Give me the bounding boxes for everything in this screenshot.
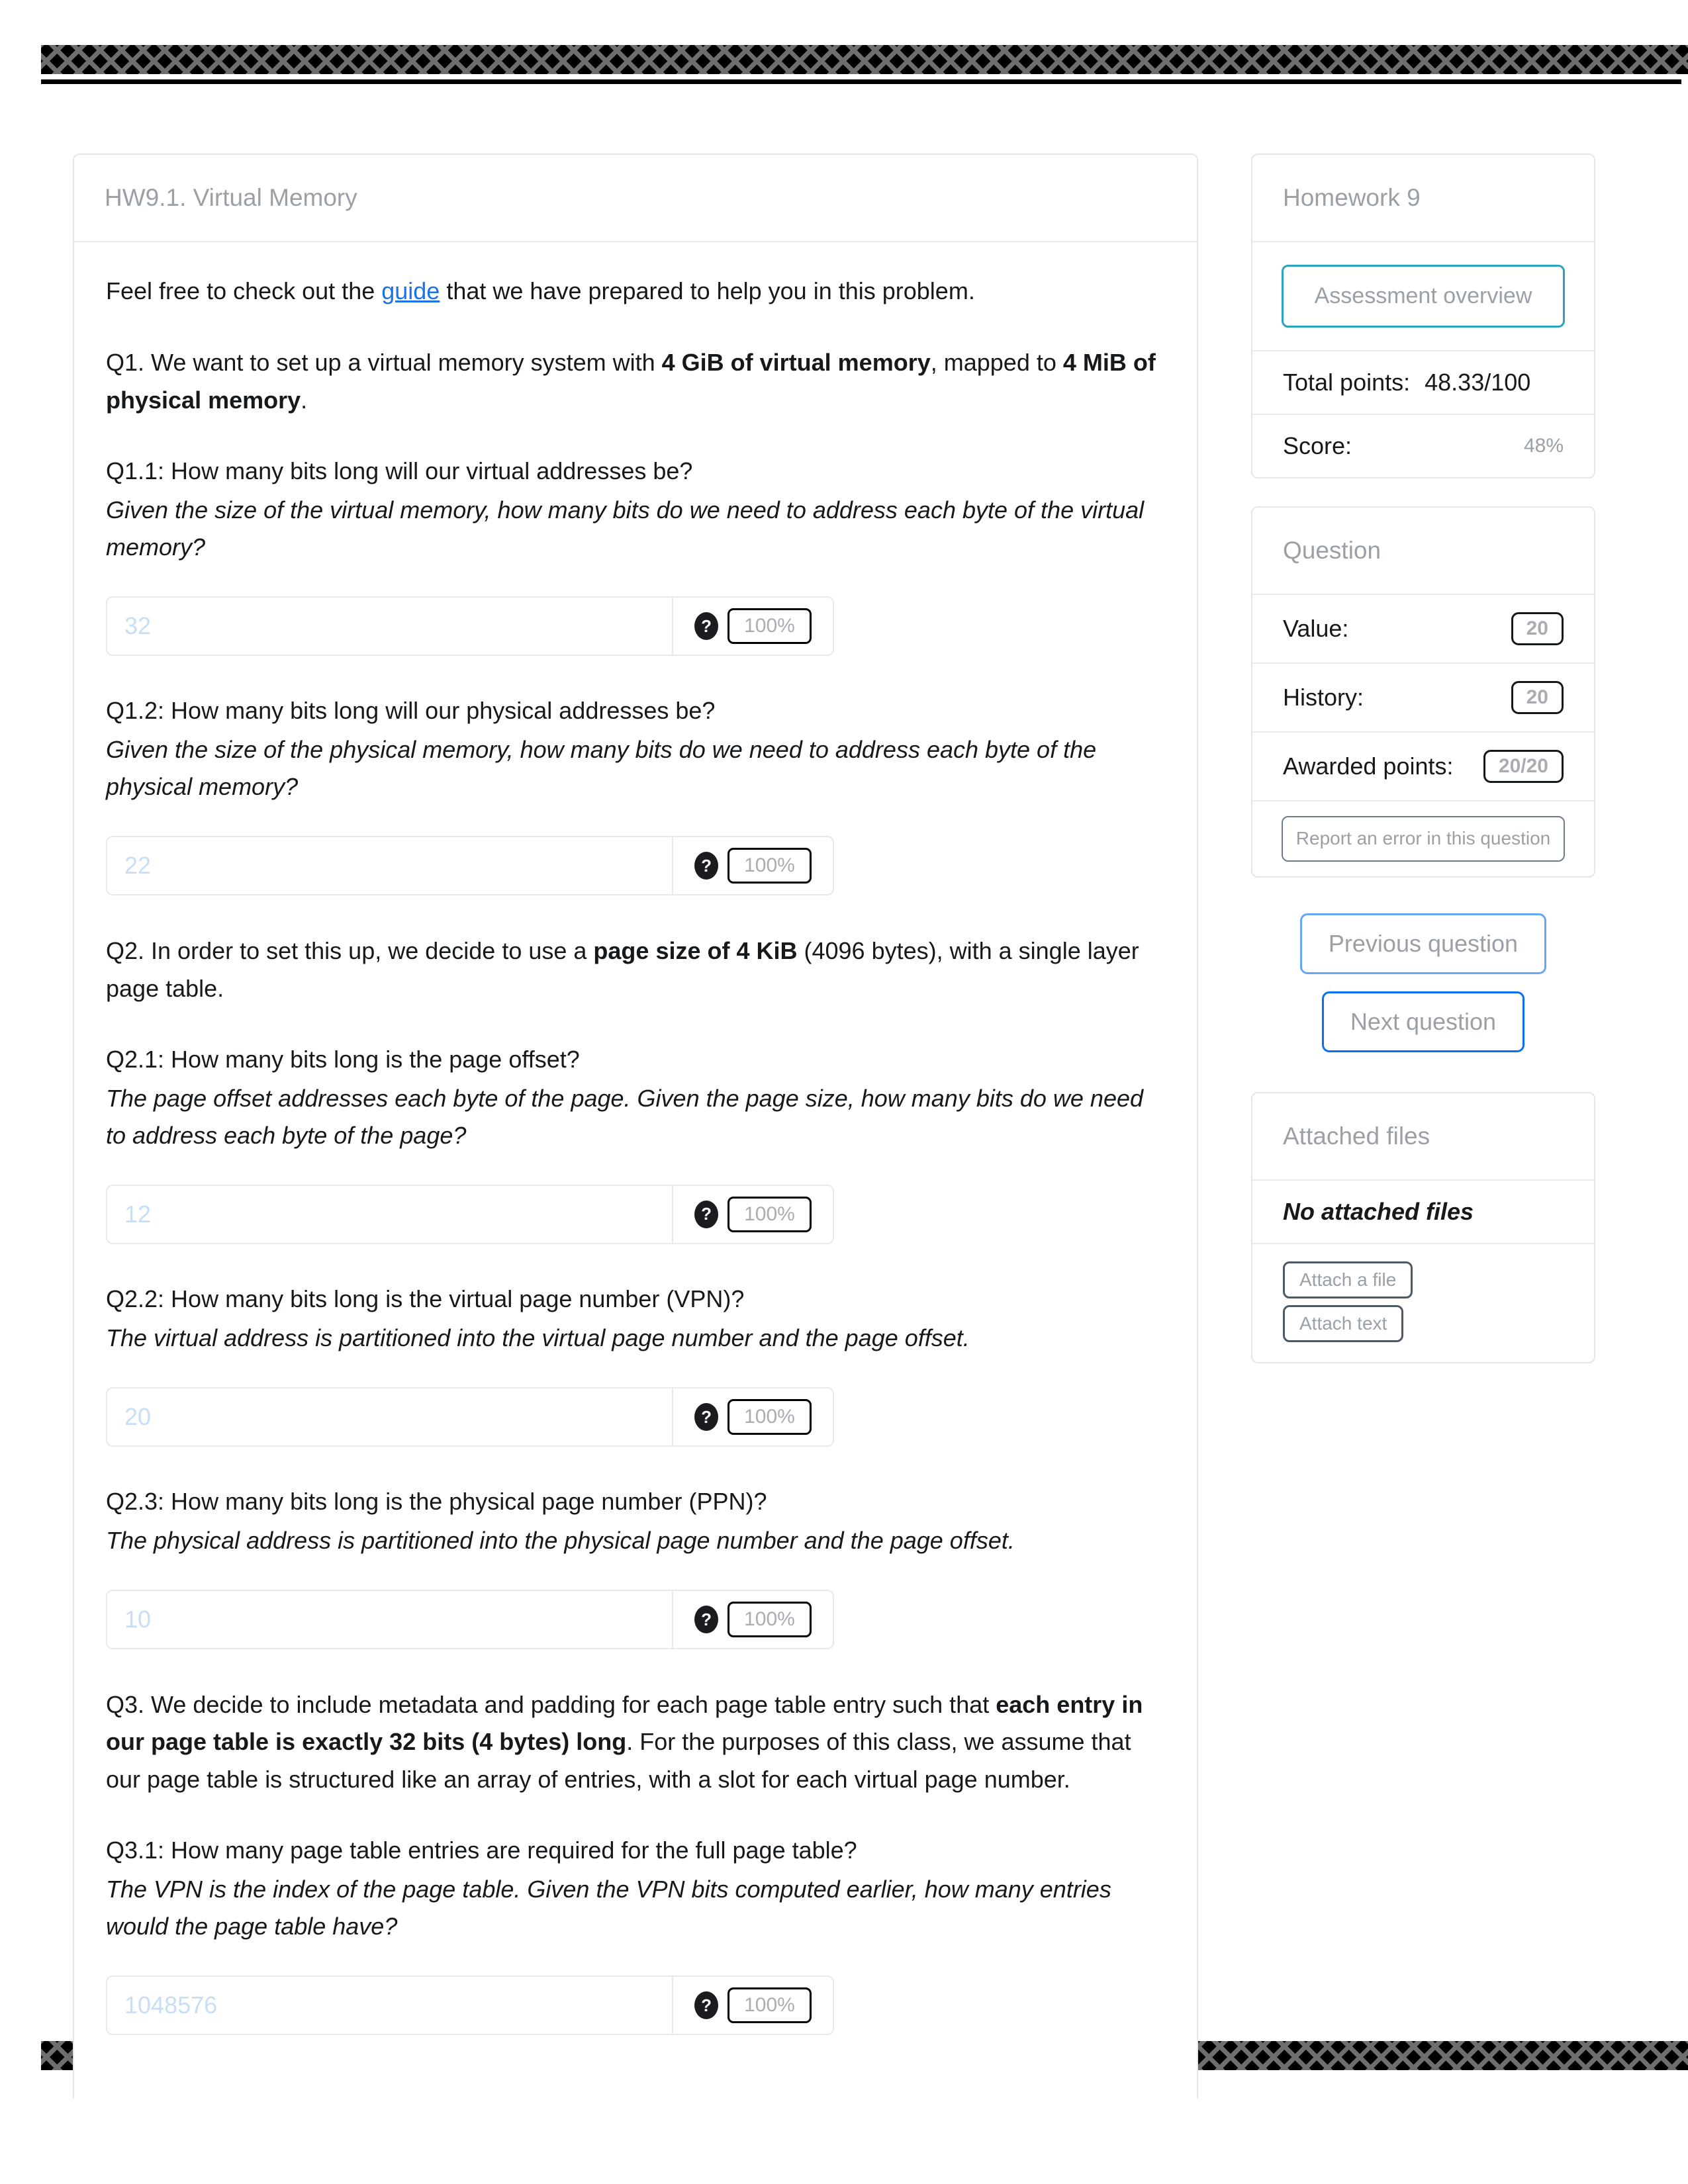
attached-files-title: Attached files	[1252, 1093, 1594, 1181]
total-points-label: Total points:	[1283, 369, 1411, 396]
history-badge: 20	[1511, 681, 1564, 715]
q3-1-subtext: The VPN is the index of the page table. …	[106, 1875, 1111, 1940]
question-body: Feel free to check out the guide that we…	[74, 242, 1197, 2099]
page-root: HW9.1. Virtual Memory Feel free to check…	[0, 0, 1688, 2184]
value-row: Value: 20	[1252, 595, 1594, 664]
score-label: Score:	[1283, 432, 1352, 460]
q1-1-subtext: Given the size of the virtual memory, ho…	[106, 496, 1145, 561]
q2-1-score-badge: 100%	[727, 1196, 812, 1232]
help-icon[interactable]: ?	[694, 1403, 719, 1432]
attached-files-panel: Attached files No attached files Attach …	[1251, 1091, 1595, 1364]
help-icon[interactable]: ?	[694, 852, 719, 880]
q2-3-heading: Q2.3: How many bits long is the physical…	[106, 1488, 767, 1516]
score-value: 48%	[1523, 435, 1564, 457]
q1-text-part3: .	[301, 386, 308, 414]
help-icon[interactable]: ?	[694, 612, 719, 641]
history-label: History:	[1283, 684, 1364, 711]
q2-1-answer-row: ? 100%	[106, 1184, 834, 1244]
question-panel-title: Question	[1252, 508, 1594, 596]
q1-2-answer-meta: ? 100%	[673, 837, 833, 894]
q3-1-score-badge: 100%	[727, 1987, 812, 2024]
help-icon[interactable]: ?	[694, 1606, 719, 1634]
q2-2-answer-input[interactable]	[107, 1388, 673, 1446]
no-attached-files-row: No attached files	[1252, 1181, 1594, 1245]
q2-1-heading: Q2.1: How many bits long is the page off…	[106, 1045, 580, 1073]
assessment-overview-button[interactable]: Assessment overview	[1282, 265, 1565, 328]
next-question-button[interactable]: Next question	[1321, 991, 1525, 1052]
q1-2-answer-row: ? 100%	[106, 836, 834, 896]
q1-text-part1: Q1. We want to set up a virtual memory s…	[106, 349, 662, 377]
q2-2-score-badge: 100%	[727, 1399, 812, 1435]
q1-paragraph: Q1. We want to set up a virtual memory s…	[106, 344, 1165, 418]
assessment-title: Homework 9	[1252, 155, 1594, 243]
q1-2-subtext: Given the size of the physical memory, h…	[106, 736, 1097, 801]
q2-1-subtext: The page offset addresses each byte of t…	[106, 1084, 1144, 1149]
q2-1-answer-input[interactable]	[107, 1185, 673, 1243]
top-rule-divider	[41, 79, 1681, 84]
assessment-panel: Homework 9 Assessment overview Total poi…	[1251, 154, 1595, 479]
q2-3-subtext: The physical address is partitioned into…	[106, 1527, 1015, 1555]
q3-1-heading: Q3.1: How many page table entries are re…	[106, 1836, 857, 1864]
q2-paragraph: Q2. In order to set this up, we decide t…	[106, 933, 1165, 1007]
awarded-points-badge: 20/20	[1483, 750, 1564, 784]
q2-1-answer-meta: ? 100%	[673, 1186, 833, 1243]
awarded-points-label: Awarded points:	[1283, 752, 1454, 780]
q1-1-answer-input[interactable]	[107, 598, 673, 655]
value-badge: 20	[1511, 612, 1564, 646]
previous-question-button[interactable]: Previous question	[1299, 913, 1547, 974]
q2-2-answer-meta: ? 100%	[673, 1388, 833, 1445]
q3-paragraph: Q3. We decide to include metadata and pa…	[106, 1686, 1165, 1797]
sidebar: Homework 9 Assessment overview Total poi…	[1251, 154, 1595, 1364]
intro-suffix: that we have prepared to help you in thi…	[440, 277, 975, 305]
q1-2-score-badge: 100%	[727, 848, 812, 884]
report-error-button[interactable]: Report an error in this question	[1282, 816, 1565, 862]
page-title: HW9.1. Virtual Memory	[74, 155, 1197, 243]
q2-3-answer-input[interactable]	[107, 1591, 673, 1649]
question-info-panel: Question Value: 20 History: 20 Awarded p…	[1251, 506, 1595, 878]
guide-link[interactable]: guide	[381, 277, 440, 304]
q3-1-answer-row: ? 100%	[106, 1976, 834, 2036]
q1-text-part2: , mapped to	[930, 349, 1063, 377]
q1-1-answer-row: ? 100%	[106, 596, 834, 657]
q1-1-score-badge: 100%	[727, 608, 812, 645]
help-icon[interactable]: ?	[694, 1991, 719, 2020]
q2-text-part1: Q2. In order to set this up, we decide t…	[106, 937, 594, 965]
intro-paragraph: Feel free to check out the guide that we…	[106, 273, 1165, 310]
attach-text-button[interactable]: Attach text	[1283, 1305, 1404, 1343]
q2-3-answer-row: ? 100%	[106, 1590, 834, 1650]
q2-3-answer-meta: ? 100%	[673, 1591, 833, 1648]
history-row: History: 20	[1252, 664, 1594, 733]
total-points-value: 48.33/100	[1425, 369, 1531, 396]
attach-buttons-row: Attach a file Attach text	[1252, 1244, 1594, 1362]
score-row: Score: 48%	[1252, 415, 1594, 477]
q3-text-part1: Q3. We decide to include metadata and pa…	[106, 1691, 996, 1719]
q2-2-heading: Q2.2: How many bits long is the virtual …	[106, 1285, 745, 1312]
value-label: Value:	[1283, 615, 1349, 643]
intro-prefix: Feel free to check out the	[106, 277, 382, 305]
q1-2-answer-input[interactable]	[107, 837, 673, 895]
q3-1-answer-input[interactable]	[107, 1977, 673, 2034]
q2-bold-page-size: page size of 4 KiB	[593, 937, 798, 965]
q3-1-answer-meta: ? 100%	[673, 1977, 833, 2034]
q2-2-answer-row: ? 100%	[106, 1387, 834, 1447]
q1-2-heading: Q1.2: How many bits long will our physic…	[106, 697, 716, 725]
question-card: HW9.1. Virtual Memory Feel free to check…	[73, 154, 1198, 2099]
help-icon[interactable]: ?	[694, 1200, 719, 1228]
q1-1-heading: Q1.1: How many bits long will our virtua…	[106, 457, 693, 484]
awarded-points-row: Awarded points: 20/20	[1252, 733, 1594, 802]
attach-file-button[interactable]: Attach a file	[1283, 1261, 1413, 1299]
content-area: HW9.1. Virtual Memory Feel free to check…	[73, 154, 1615, 2099]
q1-bold-virtual-memory: 4 GiB of virtual memory	[661, 349, 931, 377]
top-hatch-band	[41, 45, 1688, 74]
total-points-row: Total points: 48.33/100	[1252, 351, 1594, 416]
q1-1-answer-meta: ? 100%	[673, 598, 833, 655]
question-navigation: Previous question Next question	[1251, 913, 1595, 1052]
assessment-overview-row: Assessment overview	[1252, 242, 1594, 352]
report-error-row: Report an error in this question	[1252, 801, 1594, 876]
q2-3-score-badge: 100%	[727, 1602, 812, 1638]
no-attached-files-text: No attached files	[1283, 1198, 1474, 1226]
q2-2-subtext: The virtual address is partitioned into …	[106, 1324, 970, 1351]
